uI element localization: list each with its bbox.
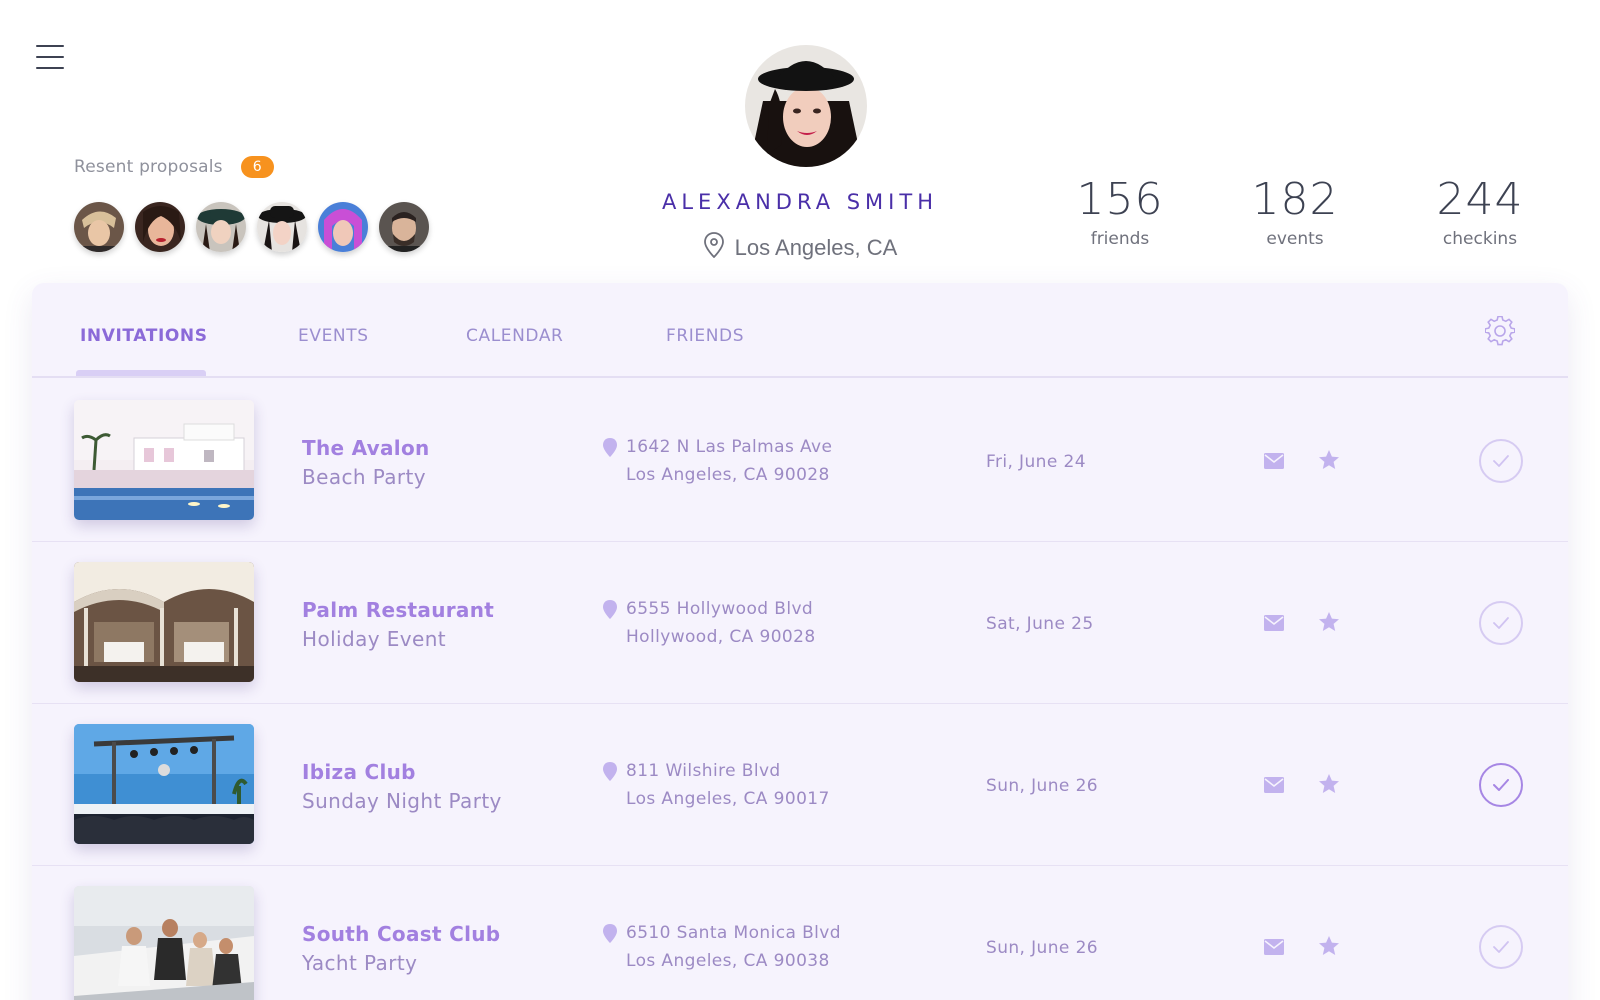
address-line-2: Los Angeles, CA 90017 [626, 789, 830, 809]
accept-button[interactable] [1479, 763, 1523, 807]
proposal-avatar[interactable] [135, 202, 185, 252]
tab-invitations[interactable]: INVITATIONS [80, 326, 208, 346]
address-line-2: Hollywood, CA 90028 [626, 627, 816, 647]
address-line-1: 6510 Santa Monica Blvd [626, 923, 841, 943]
address-line-1: 1642 N Las Palmas Ave [626, 437, 833, 457]
check-icon [1493, 938, 1509, 957]
event-date: Sun, June 26 [986, 938, 1099, 958]
profile-location: Los Angeles, CA [600, 232, 1000, 264]
proposal-avatar[interactable] [318, 202, 368, 252]
check-icon [1493, 614, 1509, 633]
tab-bar: INVITATIONS EVENTS CALENDAR FRIENDS [32, 283, 1568, 378]
venue-name[interactable]: Ibiza Club [302, 760, 416, 784]
accept-button[interactable] [1479, 925, 1523, 969]
stat-checkins[interactable]: 244 checkins [1400, 174, 1560, 250]
address-line-2: Los Angeles, CA 90038 [626, 951, 830, 971]
check-icon [1493, 776, 1509, 795]
invitation-row[interactable]: Ibiza Club Sunday Night Party 811 Wilshi… [32, 704, 1568, 866]
address-line-1: 6555 Hollywood Blvd [626, 599, 814, 619]
stat-value: 182 [1251, 174, 1339, 225]
mail-icon[interactable] [1264, 453, 1284, 469]
proposals-count-badge: 6 [240, 156, 274, 178]
profile-name: ALEXANDRA SMITH [661, 190, 938, 214]
event-date: Sat, June 25 [986, 614, 1094, 634]
venue-name[interactable]: Palm Restaurant [302, 598, 494, 622]
venue-name[interactable]: The Avalon [302, 436, 430, 460]
proposal-avatar[interactable] [196, 202, 246, 252]
event-subtitle: Yacht Party [302, 951, 418, 975]
star-icon[interactable] [1318, 935, 1340, 957]
invitation-row[interactable]: Palm Restaurant Holiday Event 6555 Holly… [32, 542, 1568, 704]
invitation-row[interactable]: South Coast Club Yacht Party 6510 Santa … [32, 866, 1568, 1000]
event-subtitle: Holiday Event [302, 627, 447, 651]
proposal-avatar[interactable] [379, 202, 429, 252]
tab-calendar[interactable]: CALENDAR [466, 326, 563, 346]
star-icon[interactable] [1318, 773, 1340, 795]
active-tab-indicator [76, 370, 206, 376]
venue-photo [74, 400, 254, 520]
tab-friends[interactable]: FRIENDS [666, 326, 744, 346]
stat-value: 156 [1076, 174, 1164, 225]
stat-label: checkins [1442, 229, 1518, 249]
address-line-1: 811 Wilshire Blvd [626, 761, 781, 781]
star-icon[interactable] [1318, 449, 1340, 471]
map-marker-icon [602, 600, 618, 620]
location-pin-icon [703, 232, 725, 264]
map-marker-icon [602, 924, 618, 944]
address-line-2: Los Angeles, CA 90028 [626, 465, 830, 485]
map-marker-icon [602, 438, 618, 458]
event-subtitle: Sunday Night Party [302, 789, 502, 813]
profile-avatar[interactable] [745, 45, 867, 167]
accept-button[interactable] [1479, 601, 1523, 645]
venue-photo [74, 886, 254, 1000]
mail-icon[interactable] [1264, 777, 1284, 793]
map-marker-icon [602, 762, 618, 782]
event-date: Sun, June 26 [986, 776, 1099, 796]
proposal-avatars [74, 202, 429, 252]
proposal-avatar[interactable] [74, 202, 124, 252]
invitation-row[interactable]: The Avalon Beach Party 1642 N Las Palmas… [32, 380, 1568, 542]
check-icon [1493, 452, 1509, 471]
profile-stats: 156 friends 182 events 244 checkins [1040, 175, 1560, 255]
profile-page: Resent proposals 6 ALEXANDRA SMITH Los A… [0, 0, 1600, 1000]
venue-photo [74, 724, 254, 844]
stat-label: friends [1090, 229, 1150, 249]
mail-icon[interactable] [1264, 939, 1284, 955]
tab-events[interactable]: EVENTS [298, 326, 369, 346]
gear-icon[interactable] [1484, 315, 1516, 346]
proposals-title: Resent proposals [74, 157, 223, 177]
stat-friends[interactable]: 156 friends [1040, 174, 1200, 250]
mail-icon[interactable] [1264, 615, 1284, 631]
stat-events[interactable]: 182 events [1215, 174, 1375, 250]
accept-button[interactable] [1479, 439, 1523, 483]
stat-label: events [1266, 229, 1324, 249]
stat-value: 244 [1436, 174, 1524, 225]
star-icon[interactable] [1318, 611, 1340, 633]
menu-icon[interactable] [36, 45, 64, 69]
event-date: Fri, June 24 [986, 452, 1086, 472]
location-text: Los Angeles, CA [734, 235, 898, 260]
venue-photo [74, 562, 254, 682]
proposals-header: Resent proposals 6 [74, 156, 274, 178]
event-subtitle: Beach Party [302, 465, 427, 489]
invitations-card: INVITATIONS EVENTS CALENDAR FRIENDS The … [32, 283, 1568, 1000]
proposal-avatar[interactable] [257, 202, 307, 252]
venue-name[interactable]: South Coast Club [302, 922, 500, 946]
